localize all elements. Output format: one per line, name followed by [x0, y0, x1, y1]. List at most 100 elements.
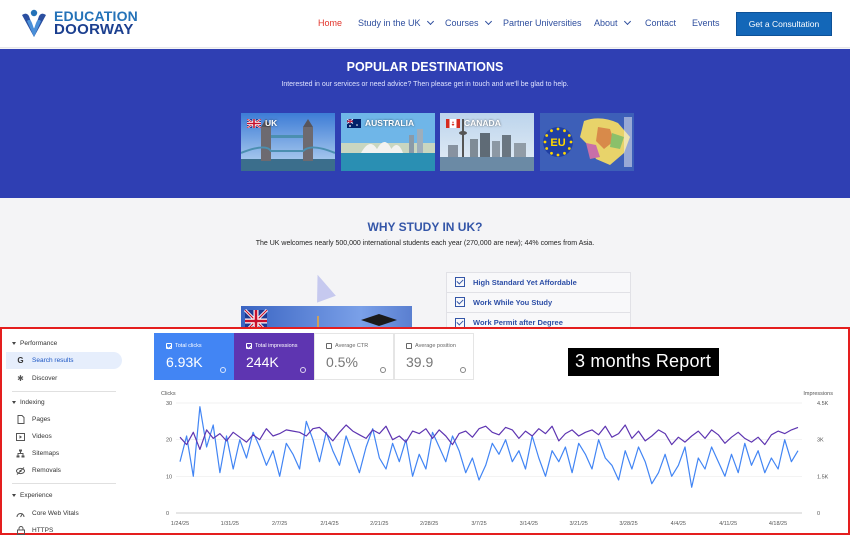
checkbox-icon [455, 277, 465, 288]
x-tick-label: 3/28/25 [619, 521, 637, 527]
benefit-label: Work Permit after Degree [473, 318, 563, 328]
nav-about[interactable]: About [594, 17, 631, 28]
caret-down-icon [12, 342, 16, 345]
sidebar-item-removals[interactable]: Removals [6, 462, 122, 479]
y-tick-label: 10 [166, 474, 172, 480]
metric-label-text: Average CTR [335, 343, 369, 349]
get-consultation-button[interactable]: Get a Consultation [736, 12, 832, 36]
sidebar-item-label: HTTPS [32, 527, 54, 534]
report-period-label: 3 months Report [568, 348, 720, 376]
sidebar-section-indexing[interactable]: Indexing [12, 399, 45, 406]
benefit-item: Work While You Study [446, 292, 631, 313]
section-title: WHY STUDY IN UK? [367, 220, 483, 234]
destination-card-eu[interactable]: EU [540, 113, 634, 171]
metric-value: 39.9 [406, 354, 434, 370]
sitemap-icon [16, 449, 25, 458]
y2-tick-label: 4.5K [817, 401, 829, 407]
metric-label-text: Total impressions [255, 343, 298, 349]
search-console-sidebar: Performance G Search results ✱ Discover … [4, 331, 122, 535]
benefit-item: High Standard Yet Affordable [446, 272, 631, 293]
google-g-icon: G [17, 356, 24, 365]
chevron-down-icon [623, 17, 631, 26]
metric-card-average-ctr[interactable]: Average CTR 0.5% [314, 333, 394, 380]
sidebar-item-label: Videos [32, 433, 52, 440]
nav-events[interactable]: Events [692, 18, 720, 28]
help-icon[interactable] [460, 367, 466, 373]
sidebar-item-discover[interactable]: ✱ Discover [6, 370, 122, 387]
divider [12, 483, 116, 484]
chevron-down-icon [484, 17, 492, 26]
y-tick-label: 20 [166, 438, 172, 444]
nav-events-label: Events [692, 18, 720, 28]
destination-label: UK [247, 118, 277, 128]
canada-flag-icon [446, 118, 460, 128]
video-icon [16, 432, 25, 441]
nav-home[interactable]: Home [318, 18, 342, 28]
metric-label: Total clicks [166, 343, 202, 349]
metric-card-total-clicks[interactable]: Total clicks 6.93K [154, 333, 234, 380]
section-label: Experience [20, 492, 53, 499]
metric-label: Average CTR [326, 343, 368, 349]
sidebar-item-label: Core Web Vitals [32, 510, 79, 517]
y2-tick-label: 3K [817, 438, 824, 444]
x-tick-label: 1/31/25 [221, 521, 239, 527]
x-tick-label: 3/21/25 [569, 521, 587, 527]
checkbox-icon [455, 297, 465, 308]
y2-tick-label: 0 [817, 511, 820, 517]
x-tick-label: 2/28/25 [420, 521, 438, 527]
sidebar-item-label: Search results [32, 357, 74, 364]
nav-contact[interactable]: Contact [645, 18, 676, 28]
y-tick-label: 0 [166, 511, 169, 517]
metric-label: Average position [406, 343, 456, 349]
sidebar-section-experience[interactable]: Experience [12, 492, 53, 499]
y-tick-label: 30 [166, 401, 172, 407]
metric-card-total-impressions[interactable]: Total impressions 244K [234, 333, 314, 380]
x-tick-label: 2/21/25 [370, 521, 388, 527]
x-tick-label: 2/14/25 [320, 521, 338, 527]
decorative-triangle [308, 271, 336, 303]
destination-card-uk[interactable]: UK [241, 113, 335, 171]
sidebar-item-search-results[interactable]: G Search results [6, 352, 122, 369]
metric-card-average-position[interactable]: Average position 39.9 [394, 333, 474, 380]
site-header: EDUCATION DOORWAY Home Study in the UK C… [0, 0, 850, 48]
section-title: POPULAR DESTINATIONS [346, 60, 504, 74]
metric-label-text: Total clicks [175, 343, 202, 349]
checkbox-icon [326, 343, 332, 349]
site-logo[interactable]: EDUCATION DOORWAY [18, 7, 138, 39]
x-tick-label: 3/7/25 [471, 521, 486, 527]
right-axis-title: Impressions [803, 391, 833, 397]
sidebar-item-https[interactable]: HTTPS [6, 522, 122, 535]
benefit-label: High Standard Yet Affordable [473, 277, 577, 287]
help-icon[interactable] [220, 367, 226, 373]
section-label: Indexing [20, 399, 45, 406]
section-subtitle: Interested in our services or need advic… [281, 81, 569, 88]
nav-courses[interactable]: Courses [445, 17, 492, 28]
logo-wordmark: EDUCATION DOORWAY [54, 9, 138, 37]
popular-destinations-section: POPULAR DESTINATIONS Interested in our s… [0, 49, 850, 198]
performance-chart[interactable]: Clicks Impressions30 4.5K20 3K10 1.5K0 01/24/… [154, 385, 838, 533]
destination-card-australia[interactable]: AUSTRALIA [341, 113, 435, 171]
page-icon [16, 415, 25, 424]
section-subtitle: The UK welcomes nearly 500,000 internati… [255, 240, 595, 247]
nav-study-in-uk[interactable]: Study in the UK [358, 17, 434, 28]
sidebar-item-videos[interactable]: Videos [6, 428, 122, 445]
help-icon[interactable] [300, 367, 306, 373]
sidebar-section-performance[interactable]: Performance [12, 340, 57, 347]
sidebar-item-sitemaps[interactable]: Sitemaps [6, 445, 122, 462]
metric-label-text: Average position [415, 343, 456, 349]
metric-value: 0.5% [326, 354, 358, 370]
destination-card-canada[interactable]: CANADA [440, 113, 534, 171]
eu-text: EU [550, 137, 565, 149]
sidebar-item-core-web-vitals[interactable]: Core Web Vitals [6, 505, 122, 522]
sidebar-item-pages[interactable]: Pages [6, 411, 122, 428]
x-tick-label: 2/7/25 [272, 521, 287, 527]
checkbox-icon [246, 343, 252, 349]
destination-name: UK [265, 118, 278, 128]
destination-label: CANADA [446, 118, 501, 128]
x-tick-label: 4/11/25 [719, 521, 737, 527]
chevron-down-icon [426, 17, 434, 26]
benefit-label: Work While You Study [473, 297, 553, 307]
asterisk-icon: ✱ [17, 374, 24, 383]
help-icon[interactable] [380, 367, 386, 373]
nav-partner-universities[interactable]: Partner Universities [503, 18, 582, 28]
